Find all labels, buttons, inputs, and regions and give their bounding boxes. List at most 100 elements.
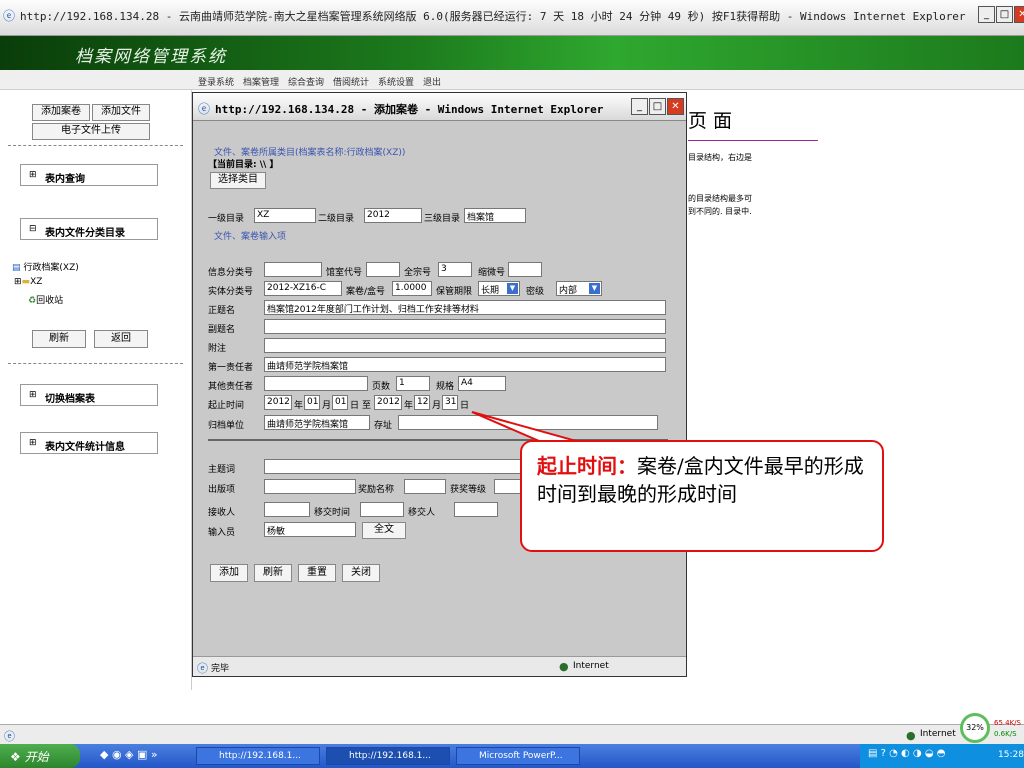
popup-body: 文件、案卷所属类目(档案表名称:行政档案(XZ)) 【当前目录: \\ 】 选择… [198,122,682,652]
note-field[interactable] [264,338,666,353]
reset-button[interactable]: 重置 [298,564,336,582]
archive-code-field[interactable] [366,262,400,277]
globe-icon: ● [906,729,916,742]
end-month-field[interactable]: 12 [414,395,430,410]
secret-label: 密级 [526,287,545,297]
maximize-button[interactable]: □ [996,6,1013,23]
start-month-field[interactable]: 01 [304,395,320,410]
tree-root[interactable]: ▤ 行政档案(XZ) [12,260,79,273]
start-year-field[interactable]: 2012 [264,395,292,410]
refresh-button[interactable]: 刷新 [32,330,86,348]
level2-label: 二级目录 [318,214,355,224]
outer-zone-text: Internet [920,729,956,739]
select-category-button[interactable]: 选择类目 [210,172,266,189]
end-year-field[interactable]: 2012 [374,395,402,410]
level3-label: 三级目录 [424,214,461,224]
start-button[interactable]: ❖ 开始 [0,744,80,768]
entity-class-label: 实体分类号 [208,287,254,297]
switch-table-toggle[interactable]: ⊞ 切换档案表 [20,384,158,406]
back-button[interactable]: 返回 [94,330,148,348]
divider [8,145,183,146]
stats-toggle[interactable]: ⊞ 表内文件统计信息 [20,432,158,454]
title-field[interactable]: 档案馆2012年度部门工作计划、归档工作安排等材料 [264,300,666,315]
tree-node-xz[interactable]: ⊞▬XZ [14,277,42,287]
to-char: 至 [362,401,372,411]
tray-icons[interactable]: ▤ ? ◔ ◐ ◑ ◒ ◓ [868,748,945,759]
popup-statusbar: ⓔ 完毕 ● Internet [193,656,686,676]
table-dir-label: 表内文件分类目录 [45,228,125,239]
other-resp-field[interactable] [264,376,368,391]
callout-label: 起止时间： [537,454,637,478]
table-query-label: 表内查询 [45,174,85,185]
start-day-field[interactable]: 01 [332,395,348,410]
background-page: 页 面 目录结构，右边是 的目录结构最多可 到不同的. 目录中. [688,100,1024,300]
app-menubar: 登录系统 档案管理 综合查询 借阅统计 系统设置 退出 [0,70,1024,90]
recycle-icon: ♻ [28,296,37,306]
background-text-1: 目录结构，右边是 [688,153,752,162]
keyword-label: 主题词 [208,465,236,475]
table-query-toggle[interactable]: ⊞ 表内查询 [20,164,158,186]
taskbar-item-ie2[interactable]: http://192.168.1... [326,747,450,765]
tree-root-label: 行政档案(XZ) [23,263,79,273]
retention-select[interactable]: 长期 ▼ [478,281,520,296]
menu-settings[interactable]: 系统设置 [378,75,414,88]
menu-exit[interactable]: 退出 [423,75,441,88]
heading-underline [688,140,818,141]
transfer-time-field[interactable] [360,502,404,517]
e-file-upload-button[interactable]: 电子文件上传 [32,123,150,140]
fonds-field[interactable]: 3 [438,262,472,277]
add-volume-popup: ⓔ http://192.168.134.28 - 添加案卷 - Windows… [192,92,687,677]
end-day-field[interactable]: 31 [442,395,458,410]
info-class-field[interactable] [264,262,322,277]
taskbar-item-ie1[interactable]: http://192.168.1... [196,747,320,765]
menu-stats[interactable]: 借阅统计 [333,75,369,88]
tree-node-recycle[interactable]: ♻回收站 [28,293,63,306]
menu-query[interactable]: 综合查询 [288,75,324,88]
menu-archive[interactable]: 档案管理 [243,75,279,88]
first-resp-field[interactable]: 曲靖师范学院档案馆 [264,357,666,372]
publish-field[interactable] [264,479,356,494]
inputter-field[interactable]: 杨敏 [264,522,356,537]
popup-refresh-button[interactable]: 刷新 [254,564,292,582]
fulltext-button[interactable]: 全文 [362,522,406,539]
popup-maximize-button[interactable]: □ [649,98,666,115]
transferer-field[interactable] [454,502,498,517]
location-label: 存址 [374,421,393,431]
box-field[interactable]: 1.0000 [392,281,432,296]
add-volume-button[interactable]: 添加案卷 [32,104,90,121]
taskbar-item-ppt[interactable]: Microsoft PowerP... [456,747,580,765]
quicklaunch-icons[interactable]: ◆ ◉ ◈ ▣ » [100,748,158,761]
archive-unit-field[interactable]: 曲靖师范学院档案馆 [264,415,370,430]
minimize-button[interactable]: _ [978,6,995,23]
expand-icon: ⊞ [14,277,22,287]
secret-select[interactable]: 内部 ▼ [556,281,602,296]
archive-code-label: 馆室代号 [326,268,363,278]
popup-close-form-button[interactable]: 关闭 [342,564,380,582]
first-resp-label: 第一责任者 [208,363,254,373]
receiver-field[interactable] [264,502,310,517]
pages-field[interactable]: 1 [396,376,430,391]
info-class-label: 信息分类号 [208,268,254,278]
popup-zone-text: Internet [573,661,609,671]
table-dir-toggle[interactable]: ⊟ 表内文件分类目录 [20,218,158,240]
spec-field[interactable]: A4 [458,376,506,391]
menu-login[interactable]: 登录系统 [198,75,234,88]
subtitle-label: 副题名 [208,325,236,335]
level1-field[interactable]: XZ [254,208,316,223]
level2-field[interactable]: 2012 [364,208,422,223]
input-section-title: 文件、案卷输入项 [214,232,287,242]
level3-field[interactable]: 档案馆 [464,208,526,223]
popup-close-button[interactable]: ✕ [667,98,684,115]
popup-minimize-button[interactable]: _ [631,98,648,115]
add-button[interactable]: 添加 [210,564,248,582]
subtitle-field[interactable] [264,319,666,334]
add-file-button[interactable]: 添加文件 [92,104,150,121]
up-speed: 65.4K/S [994,719,1021,727]
current-dir: 【当前目录: \\ 】 [208,160,279,170]
award-name-field[interactable] [404,479,446,494]
database-icon: ▤ [12,263,21,273]
microfilm-field[interactable] [508,262,542,277]
entity-class-field[interactable]: 2012-XZ16-C [264,281,342,296]
close-button[interactable]: ✕ [1014,6,1024,23]
keyword-field[interactable] [264,459,524,474]
